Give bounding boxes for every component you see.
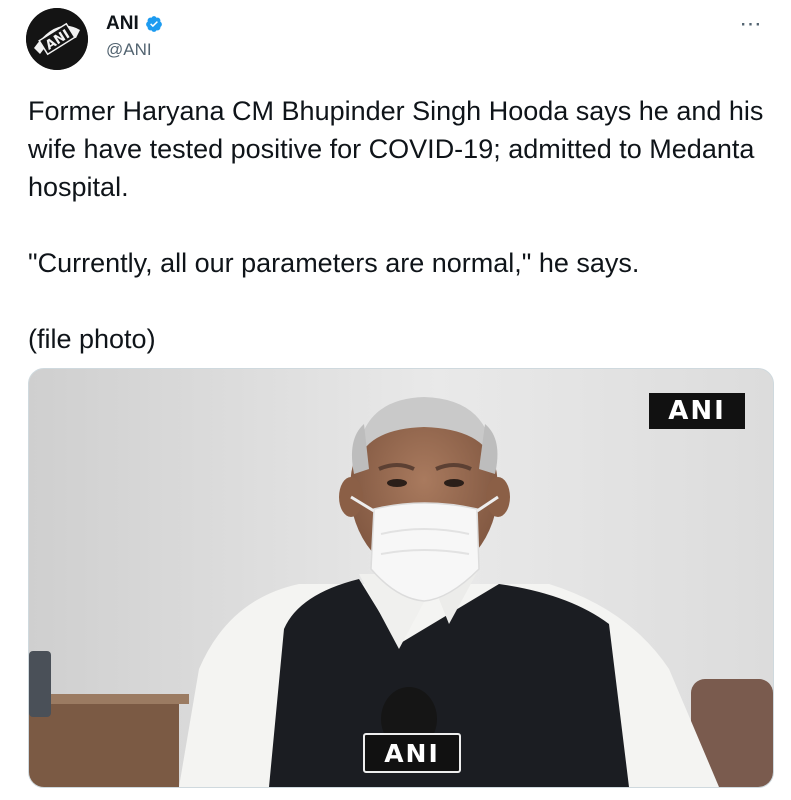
tweet-card: ANI ANI @ANI ⋯ Former Haryana CM Bhupind… (0, 0, 791, 800)
author-handle[interactable]: @ANI (106, 40, 152, 60)
microphone-ani-label: ANI (363, 733, 461, 773)
avatar[interactable]: ANI (26, 8, 88, 70)
author-name-row[interactable]: ANI (106, 13, 163, 35)
tweet-paragraph: (file photo) (28, 324, 156, 354)
author-name[interactable]: ANI (106, 13, 139, 35)
photo-scene (29, 369, 773, 787)
verified-badge-icon (145, 15, 163, 33)
tweet-photo[interactable]: ANI ANI (28, 368, 774, 788)
ani-logo-icon: ANI (26, 8, 88, 70)
more-options-icon[interactable]: ⋯ (733, 10, 769, 38)
ani-watermark: ANI (649, 393, 745, 429)
tweet-paragraph: Former Haryana CM Bhupinder Singh Hooda … (28, 96, 764, 202)
tweet-paragraph: "Currently, all our parameters are norma… (28, 248, 640, 278)
tweet-text: Former Haryana CM Bhupinder Singh Hooda … (28, 92, 768, 358)
